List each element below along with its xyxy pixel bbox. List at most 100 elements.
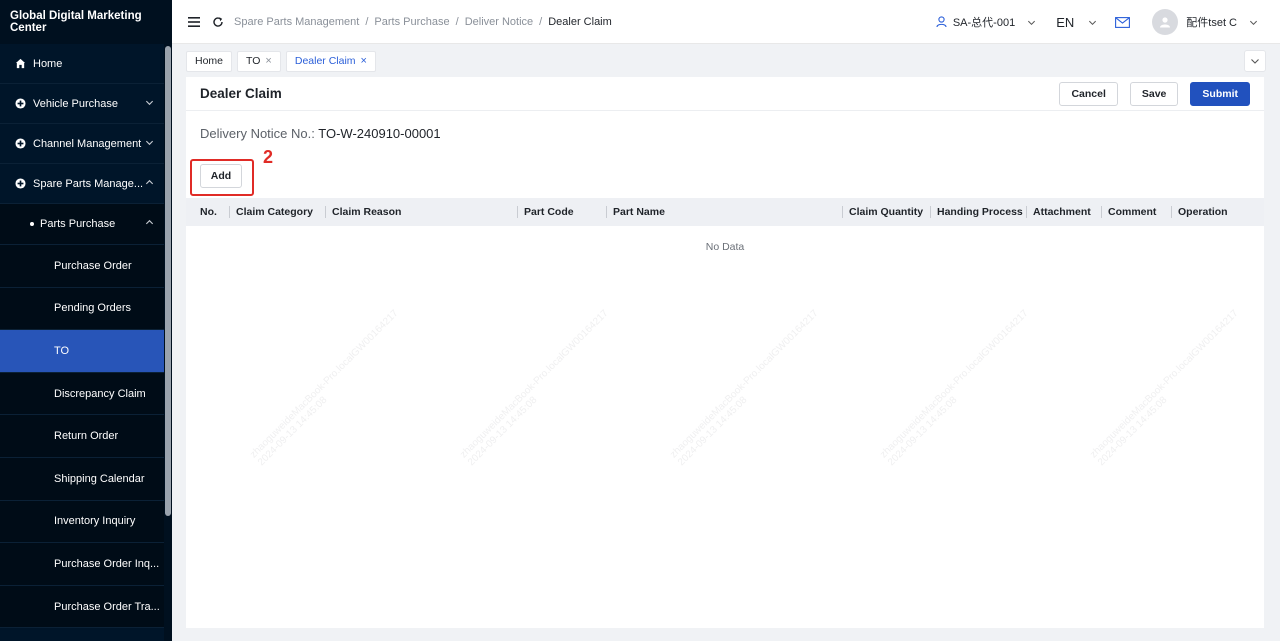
chevron-up-icon <box>145 179 154 184</box>
tabs-dropdown-button[interactable] <box>1244 50 1266 72</box>
sidebar-item-label: Purchase Order Inq... <box>54 557 160 570</box>
sidebar-item-spare-parts[interactable]: Spare Parts Manage... <box>0 164 172 204</box>
sidebar-item-label: Purchase Order Tra... <box>54 600 160 613</box>
chevron-down-icon <box>145 100 154 105</box>
chevron-down-icon <box>1251 59 1259 64</box>
tab-home[interactable]: Home <box>186 50 233 72</box>
submit-button[interactable]: Submit <box>1190 82 1250 106</box>
add-button[interactable]: Add <box>200 164 242 188</box>
breadcrumb: Spare Parts Management / Parts Purchase / … <box>234 15 612 28</box>
store-label: SA-总代-001 <box>952 17 1016 29</box>
column-header: Attachment <box>1026 198 1091 226</box>
column-header: Part Name <box>606 198 665 226</box>
sidebar-item-label: Discrepancy Claim <box>54 387 146 400</box>
sidebar-item-inventory-inquiry[interactable]: Inventory Inquiry <box>0 500 172 544</box>
column-header: No. <box>200 206 217 218</box>
chevron-down-icon <box>1089 20 1097 25</box>
sidebar-item-label: Shipping Calendar <box>54 472 145 485</box>
sidebar-item-label: Pending Orders <box>54 302 132 315</box>
save-button[interactable]: Save <box>1129 82 1179 106</box>
bullet-icon <box>30 222 34 226</box>
page-title: Dealer Claim <box>200 86 282 101</box>
chevron-down-icon <box>1028 20 1036 25</box>
column-header: Claim Reason <box>325 198 401 226</box>
sidebar-item-parts-purchase[interactable]: Parts Purchase <box>0 204 172 245</box>
panel-header: Dealer Claim Cancel Save Submit <box>186 77 1264 111</box>
tab-label: TO <box>246 55 261 67</box>
watermark: zhaoguweideMacBook-Pro.localGW00164217 20… <box>668 307 821 469</box>
column-header: Part Code <box>517 198 574 226</box>
sidebar-item-label: Home <box>33 57 63 70</box>
sidebar-item-purchase-order-tracking[interactable]: Purchase Order Tra... <box>0 585 172 629</box>
sidebar-scrollbar[interactable] <box>164 44 172 641</box>
tab-label: Home <box>195 55 224 67</box>
plus-circle-icon <box>14 138 26 150</box>
plus-circle-icon <box>14 178 26 190</box>
action-buttons: Cancel Save Submit <box>1047 82 1250 106</box>
user-name: 配件tset C <box>1186 17 1237 29</box>
scrollbar-thumb[interactable] <box>165 46 171 516</box>
close-icon[interactable]: × <box>361 55 367 67</box>
menu-toggle-icon[interactable] <box>186 14 202 30</box>
sidebar-item-label: Vehicle Purchase <box>33 97 118 110</box>
sidebar-item-to[interactable]: TO <box>0 330 172 373</box>
breadcrumb-item[interactable]: Deliver Notice <box>465 16 533 28</box>
top-header: Spare Parts Management / Parts Purchase / … <box>172 0 1280 44</box>
language-selector[interactable]: EN <box>1056 15 1097 30</box>
sidebar-item-channel-management[interactable]: Channel Management <box>0 124 172 164</box>
column-header: Handing Process <box>930 198 1023 226</box>
sidebar-item-vehicle-purchase[interactable]: Vehicle Purchase <box>0 84 172 124</box>
avatar <box>1152 9 1179 35</box>
sidebar-item-purchase-order-inquiry[interactable]: Purchase Order Inq... <box>0 543 172 586</box>
watermark: zhaoguweideMacBook-Pro.localGW00164217 20… <box>248 307 401 469</box>
breadcrumb-item[interactable]: Parts Purchase <box>374 16 449 28</box>
chevron-down-icon <box>145 140 154 145</box>
sidebar-item-pending-orders[interactable]: Pending Orders <box>0 287 172 331</box>
sidebar: Global Digital Marketing Center Home Veh… <box>0 0 172 641</box>
sidebar-item-label: Return Order <box>54 430 119 443</box>
tabs-bar: Home TO × Dealer Claim × <box>186 50 1266 72</box>
delivery-notice-value: TO-W-240910-00001 <box>318 126 441 141</box>
tab-to[interactable]: TO × <box>237 50 281 72</box>
sidebar-item-purchase-order[interactable]: Purchase Order <box>0 245 172 288</box>
empty-state: No Data <box>705 241 745 253</box>
store-selector[interactable]: SA-总代-001 <box>936 14 1036 30</box>
tab-dealer-claim[interactable]: Dealer Claim × <box>285 50 376 72</box>
sidebar-item-label: Spare Parts Manage... <box>33 177 144 190</box>
home-icon <box>14 58 26 70</box>
watermark: zhaoguweideMacBook-Pro.localGW00164217 20… <box>458 307 611 469</box>
brand-title: Global Digital Marketing Center <box>0 0 172 44</box>
column-header: Comment <box>1101 198 1156 226</box>
breadcrumb-current: Dealer Claim <box>548 15 612 28</box>
delivery-notice: Delivery Notice No.: TO-W-240910-00001 <box>200 126 441 141</box>
sidebar-item-label: TO <box>54 344 70 357</box>
mail-button[interactable] <box>1115 16 1131 28</box>
sidebar-item-label: Inventory Inquiry <box>54 515 136 528</box>
user-menu[interactable]: 配件tset C <box>1152 9 1258 35</box>
column-header: Claim Category <box>229 198 313 226</box>
breadcrumb-item[interactable]: Spare Parts Management <box>234 16 359 28</box>
header-right: SA-总代-001 EN 配件tset C <box>936 0 1280 44</box>
cancel-button[interactable]: Cancel <box>1059 82 1118 106</box>
chevron-down-icon <box>1249 20 1258 25</box>
column-header: Operation <box>1171 198 1228 226</box>
delivery-notice-label: Delivery Notice No.: <box>200 126 315 141</box>
close-icon[interactable]: × <box>265 55 271 67</box>
chevron-up-icon <box>145 219 154 225</box>
sidebar-item-return-order[interactable]: Return Order <box>0 415 172 458</box>
sidebar-item-discrepancy-claim[interactable]: Discrepancy Claim <box>0 372 172 416</box>
column-header: Claim Quantity <box>842 198 923 226</box>
table-header: No. Claim Category Claim Reason Part Cod… <box>186 198 1264 226</box>
sidebar-item-home[interactable]: Home <box>0 44 172 84</box>
refresh-icon[interactable] <box>210 14 226 30</box>
sidebar-item-label: Parts Purchase <box>40 218 116 230</box>
plus-circle-icon <box>14 98 26 110</box>
sidebar-item-shipping-calendar[interactable]: Shipping Calendar <box>0 457 172 501</box>
tab-label: Dealer Claim <box>294 55 356 67</box>
sidebar-item-label: Purchase Order <box>54 259 132 272</box>
user-icon <box>936 16 947 28</box>
main-panel: Dealer Claim Cancel Save Submit Delivery… <box>186 77 1264 628</box>
avatar-icon <box>1160 17 1171 28</box>
annotation-step-number: 2 <box>263 147 274 167</box>
language-label: EN <box>1056 14 1075 30</box>
